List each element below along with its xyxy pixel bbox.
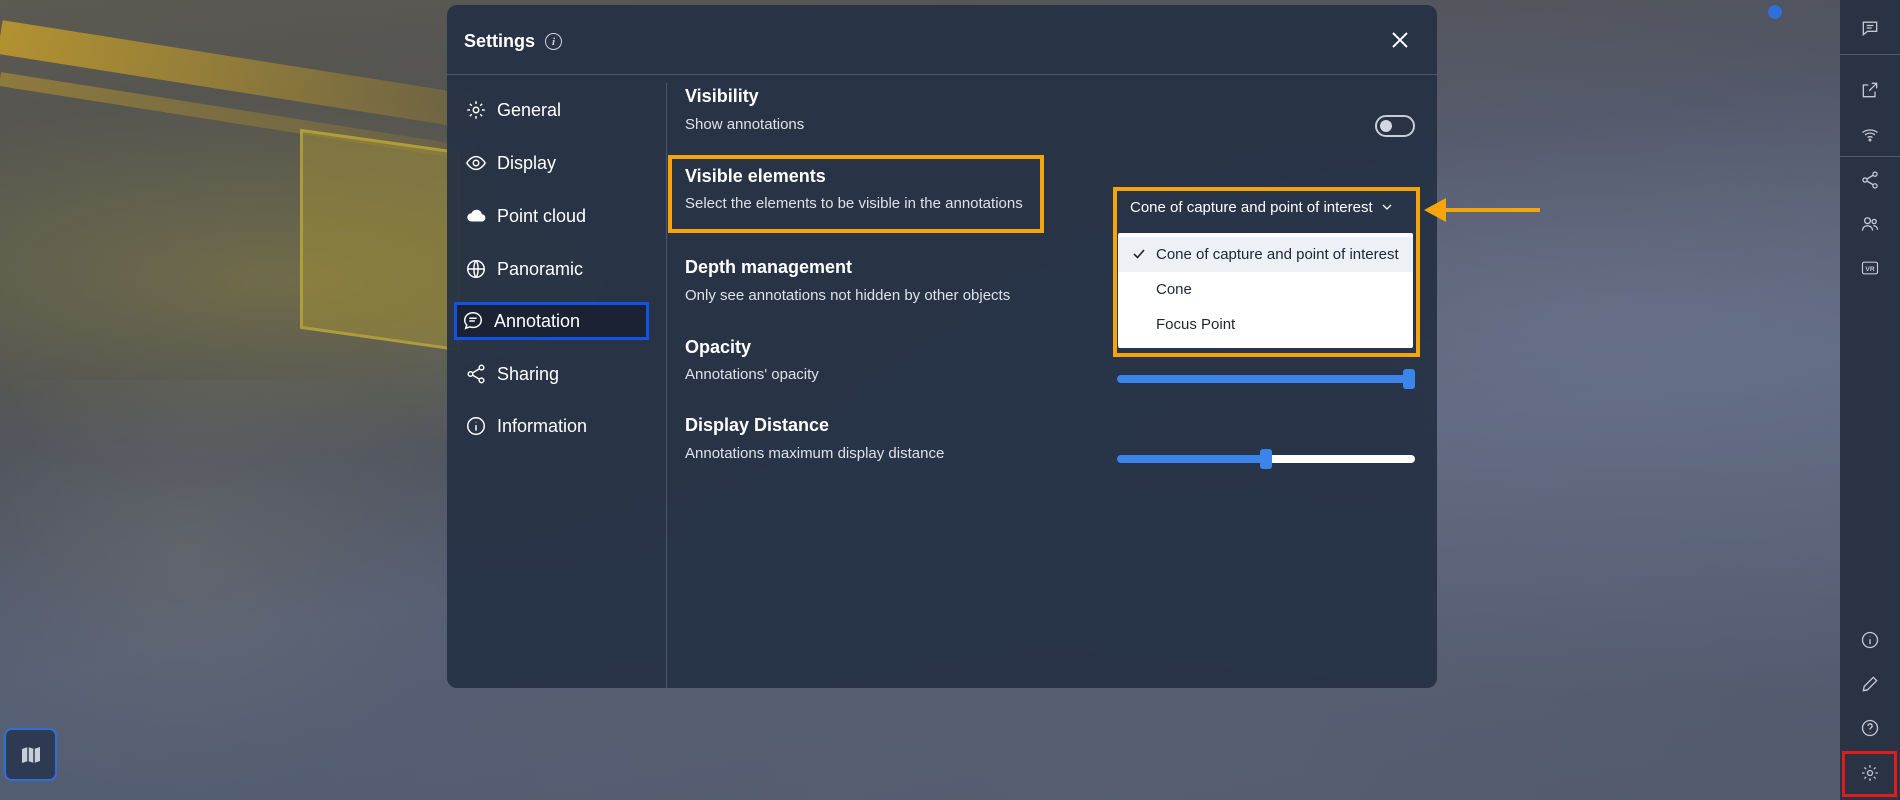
show-annotations-toggle[interactable] bbox=[1375, 115, 1415, 137]
settings-dialog: Settings i General Display Point cloud P… bbox=[447, 5, 1437, 688]
toolbar-divider bbox=[1840, 54, 1900, 55]
cloud-icon bbox=[467, 209, 486, 222]
close-button[interactable] bbox=[1385, 25, 1415, 55]
slider-track bbox=[1266, 455, 1415, 463]
dialog-header: Settings i bbox=[464, 31, 563, 52]
header-divider bbox=[447, 74, 1437, 75]
nav-label: Annotation bbox=[494, 310, 581, 331]
map-icon bbox=[21, 746, 40, 763]
nav-item-sharing[interactable]: Sharing bbox=[457, 355, 647, 393]
dropdown-option-cone[interactable]: Cone bbox=[1118, 272, 1413, 307]
chevron-down-icon bbox=[1382, 204, 1392, 210]
nav-item-information[interactable]: Information bbox=[457, 407, 647, 445]
users-icon[interactable] bbox=[1840, 204, 1900, 244]
nav-label: Information bbox=[497, 415, 588, 436]
nav-item-annotation[interactable]: Annotation bbox=[454, 302, 649, 340]
slider-fill bbox=[1117, 375, 1409, 383]
slider-thumb[interactable] bbox=[1260, 449, 1272, 469]
comment-icon bbox=[464, 312, 482, 330]
help-icon[interactable] bbox=[1840, 708, 1900, 748]
distance-title: Display Distance bbox=[685, 415, 830, 435]
info-icon bbox=[467, 417, 485, 435]
dialog-title: Settings bbox=[464, 31, 536, 51]
select-value: Cone of capture and point of interest bbox=[1130, 198, 1373, 216]
scene-gate bbox=[300, 128, 460, 352]
option-label: Cone of capture and point of interest bbox=[1156, 246, 1399, 263]
nav-label: Panoramic bbox=[497, 258, 584, 279]
nav-label: Display bbox=[497, 152, 557, 173]
check-icon bbox=[1133, 249, 1145, 259]
visible-elements-select[interactable]: Cone of capture and point of interest bbox=[1118, 189, 1413, 225]
visible-elements-title: Visible elements bbox=[685, 166, 826, 186]
distance-desc: Annotations maximum display distance bbox=[685, 445, 945, 462]
opacity-desc: Annotations' opacity bbox=[685, 366, 819, 383]
depth-title: Depth management bbox=[685, 257, 853, 277]
visible-elements-desc: Select the elements to be visible in the… bbox=[685, 195, 1023, 212]
nav-item-panoramic[interactable]: Panoramic bbox=[457, 250, 647, 288]
comment-icon[interactable] bbox=[1840, 8, 1900, 48]
toolbar-divider bbox=[1840, 156, 1900, 157]
nav-label: General bbox=[497, 99, 562, 120]
distance-slider[interactable] bbox=[1117, 449, 1415, 469]
info-icon[interactable] bbox=[1840, 620, 1900, 660]
share-icon bbox=[467, 364, 485, 384]
option-label: Cone bbox=[1156, 281, 1192, 298]
vr-label: VR bbox=[1865, 266, 1874, 273]
pencil-icon[interactable] bbox=[1840, 664, 1900, 704]
wifi-icon[interactable] bbox=[1840, 115, 1900, 155]
nav-label: Point cloud bbox=[497, 205, 587, 226]
opacity-slider[interactable] bbox=[1117, 369, 1415, 389]
dropdown-option-focus-point[interactable]: Focus Point bbox=[1118, 307, 1413, 342]
info-icon[interactable]: i bbox=[545, 33, 563, 50]
slider-fill bbox=[1117, 455, 1266, 463]
map-button[interactable] bbox=[4, 728, 57, 781]
vr-icon[interactable]: VR bbox=[1840, 248, 1900, 288]
nav-item-general[interactable]: General bbox=[457, 91, 647, 129]
slider-thumb[interactable] bbox=[1403, 369, 1415, 389]
nav-item-point-cloud[interactable]: Point cloud bbox=[457, 197, 647, 235]
settings-highlight-box bbox=[1842, 751, 1897, 797]
nav-label: Sharing bbox=[497, 363, 560, 384]
visibility-desc: Show annotations bbox=[685, 116, 805, 133]
option-label: Focus Point bbox=[1156, 316, 1236, 333]
globe-icon bbox=[467, 260, 485, 278]
nav-divider bbox=[666, 83, 667, 688]
opacity-title: Opacity bbox=[685, 337, 752, 357]
visible-elements-dropdown: Cone of capture and point of interest Co… bbox=[1118, 233, 1413, 348]
nav-item-display[interactable]: Display bbox=[457, 144, 647, 182]
depth-desc: Only see annotations not hidden by other… bbox=[685, 287, 1011, 304]
annotation-arrow-line bbox=[1440, 208, 1540, 212]
close-icon bbox=[1392, 32, 1408, 48]
gear-icon bbox=[467, 101, 485, 119]
dropdown-option-cone-and-poi[interactable]: Cone of capture and point of interest bbox=[1118, 237, 1413, 272]
visibility-title: Visibility bbox=[685, 86, 759, 106]
right-toolbar: VR bbox=[1840, 0, 1900, 800]
eye-icon bbox=[465, 155, 487, 171]
position-marker bbox=[1768, 5, 1782, 19]
external-link-icon[interactable] bbox=[1840, 70, 1900, 110]
scene-floor bbox=[0, 380, 460, 800]
share-icon[interactable] bbox=[1840, 160, 1900, 200]
